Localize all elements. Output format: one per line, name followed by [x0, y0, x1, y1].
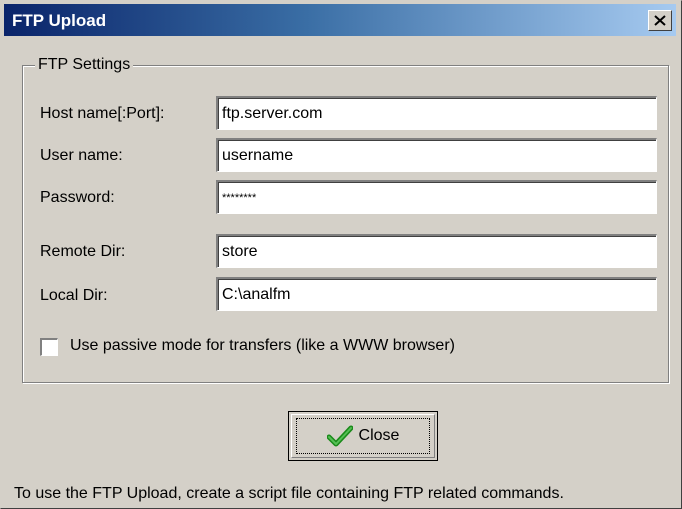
close-button-label: Close — [358, 427, 400, 444]
password-field[interactable] — [216, 180, 657, 214]
host-label: Host name[:Port]: — [40, 105, 165, 122]
local-dir-input[interactable] — [218, 279, 656, 310]
user-input[interactable] — [218, 140, 656, 171]
user-label: User name: — [40, 147, 123, 164]
host-input[interactable] — [218, 98, 656, 129]
close-button[interactable]: Close — [288, 411, 438, 461]
passive-mode-label[interactable]: Use passive mode for transfers (like a W… — [70, 337, 455, 355]
close-icon — [654, 15, 666, 26]
checkmark-icon — [326, 425, 353, 447]
title-close-button[interactable] — [648, 10, 672, 31]
local-dir-field[interactable] — [216, 277, 657, 311]
ftp-settings-legend: FTP Settings — [35, 56, 134, 74]
help-text: To use the FTP Upload, create a script f… — [14, 485, 564, 502]
passive-mode-checkbox[interactable] — [40, 338, 58, 356]
remote-dir-label: Remote Dir: — [40, 243, 126, 260]
remote-dir-input[interactable] — [218, 236, 656, 267]
password-label: Password: — [40, 189, 115, 206]
user-field[interactable] — [216, 138, 657, 172]
local-dir-label: Local Dir: — [40, 287, 108, 304]
host-field[interactable] — [216, 96, 657, 130]
window-title: FTP Upload — [12, 11, 107, 30]
title-bar[interactable]: FTP Upload — [4, 4, 676, 36]
remote-dir-field[interactable] — [216, 234, 657, 268]
password-input[interactable] — [218, 182, 656, 213]
